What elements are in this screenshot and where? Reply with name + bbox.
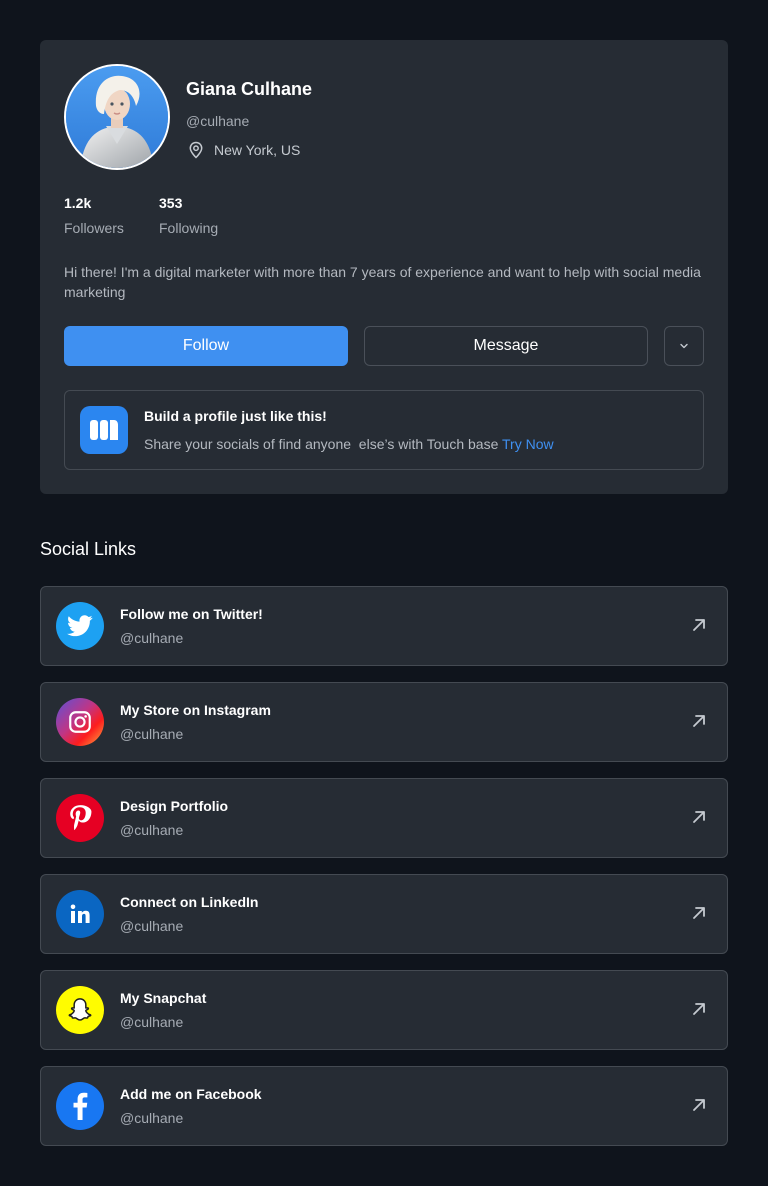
arrow-up-right-icon bbox=[691, 1097, 707, 1113]
social-link-snapchat[interactable]: My Snapchat @culhane bbox=[40, 970, 728, 1050]
link-title: Follow me on Twitter! bbox=[120, 606, 263, 622]
location-text: New York, US bbox=[214, 142, 301, 158]
social-link-linkedin[interactable]: Connect on LinkedIn @culhane bbox=[40, 874, 728, 954]
profile-handle: @culhane bbox=[186, 113, 250, 129]
link-title: Design Portfolio bbox=[120, 798, 229, 814]
social-link-facebook[interactable]: Add me on Facebook @culhane bbox=[40, 1066, 728, 1146]
following-stat[interactable]: 353 Following bbox=[159, 195, 218, 236]
profile-bio: Hi there! I'm a digital marketer with mo… bbox=[64, 264, 701, 300]
arrow-up-right-icon bbox=[691, 1001, 707, 1017]
followers-label: Followers bbox=[64, 220, 124, 236]
link-handle: @culhane bbox=[120, 1014, 184, 1030]
link-handle: @culhane bbox=[120, 918, 184, 934]
link-handle: @culhane bbox=[120, 1110, 184, 1126]
link-title: My Store on Instagram bbox=[120, 702, 271, 718]
followers-count: 1.2k bbox=[64, 195, 92, 211]
link-handle: @culhane bbox=[120, 726, 184, 742]
profile-name: Giana Culhane bbox=[186, 79, 313, 99]
following-label: Following bbox=[159, 220, 219, 236]
touchbase-logo-icon bbox=[80, 406, 128, 454]
arrow-up-right-icon bbox=[691, 617, 707, 633]
profile-card: Giana Culhane @culhane New York, US 1.2k… bbox=[40, 40, 728, 494]
chevron-down-icon bbox=[680, 343, 688, 349]
facebook-icon bbox=[56, 1082, 104, 1130]
profile-location: New York, US bbox=[186, 140, 300, 160]
social-link-instagram[interactable]: My Store on Instagram @culhane bbox=[40, 682, 728, 762]
location-pin-icon bbox=[189, 141, 203, 159]
instagram-icon bbox=[56, 698, 104, 746]
link-title: Connect on LinkedIn bbox=[120, 894, 259, 910]
link-handle: @culhane bbox=[120, 630, 184, 646]
linkedin-icon bbox=[56, 890, 104, 938]
page: Giana Culhane @culhane New York, US 1.2k… bbox=[0, 0, 768, 1186]
arrow-up-right-icon bbox=[691, 905, 707, 921]
social-link-pinterest[interactable]: Design Portfolio @culhane bbox=[40, 778, 728, 858]
link-title: My Snapchat bbox=[120, 990, 207, 1006]
arrow-up-right-icon bbox=[691, 809, 707, 825]
avatar[interactable] bbox=[64, 64, 170, 170]
snapchat-icon bbox=[56, 986, 104, 1034]
more-options-button[interactable] bbox=[664, 326, 704, 366]
try-now-link[interactable]: Try Now bbox=[502, 436, 554, 452]
promo-banner: Build a profile just like this! Share yo… bbox=[64, 390, 704, 470]
promo-description-text: Share your socials of find anyone else’s… bbox=[144, 436, 502, 452]
social-links-list: Follow me on Twitter! @culhane My Store … bbox=[40, 586, 728, 1162]
follow-button[interactable]: Follow bbox=[64, 326, 348, 366]
link-title: Add me on Facebook bbox=[120, 1086, 262, 1102]
avatar-image bbox=[66, 66, 168, 168]
followers-stat[interactable]: 1.2k Followers bbox=[64, 195, 124, 236]
message-button[interactable]: Message bbox=[364, 326, 648, 366]
arrow-up-right-icon bbox=[691, 713, 707, 729]
link-handle: @culhane bbox=[120, 822, 184, 838]
twitter-icon bbox=[56, 602, 104, 650]
social-links-title: Social Links bbox=[40, 539, 137, 559]
promo-title: Build a profile just like this! bbox=[144, 408, 327, 424]
social-link-twitter[interactable]: Follow me on Twitter! @culhane bbox=[40, 586, 728, 666]
pinterest-icon bbox=[56, 794, 104, 842]
following-count: 353 bbox=[159, 195, 183, 211]
promo-description: Share your socials of find anyone else’s… bbox=[144, 436, 554, 452]
